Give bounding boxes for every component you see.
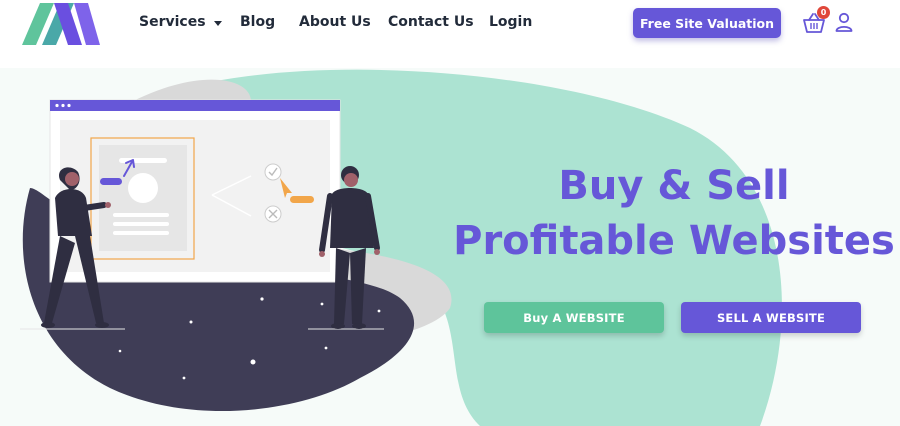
site-header: Services Blog About Us Contact Us Login …: [0, 0, 900, 68]
nav-services[interactable]: Services: [139, 14, 222, 30]
hero-headline-line2: Profitable Websites: [453, 218, 895, 264]
hero-section: Buy & Sell Profitable Websites Buy A WEB…: [0, 68, 900, 426]
nav-contact-us[interactable]: Contact Us: [388, 14, 474, 30]
free-site-valuation-button[interactable]: Free Site Valuation: [633, 8, 781, 38]
nav-login[interactable]: Login: [489, 14, 532, 30]
nav-blog[interactable]: Blog: [240, 14, 275, 30]
hero-headline-line1: Buy & Sell: [558, 163, 790, 209]
buy-website-button[interactable]: Buy A WEBSITE: [484, 302, 664, 333]
nav-about-us[interactable]: About Us: [299, 14, 371, 30]
brand-logo[interactable]: [22, 3, 100, 45]
cart-count-badge: 0: [817, 6, 830, 19]
chevron-down-icon: [213, 20, 222, 26]
user-icon[interactable]: [835, 12, 853, 32]
sell-website-button[interactable]: SELL A WEBSITE: [681, 302, 861, 333]
nav-services-label: Services: [139, 14, 206, 30]
